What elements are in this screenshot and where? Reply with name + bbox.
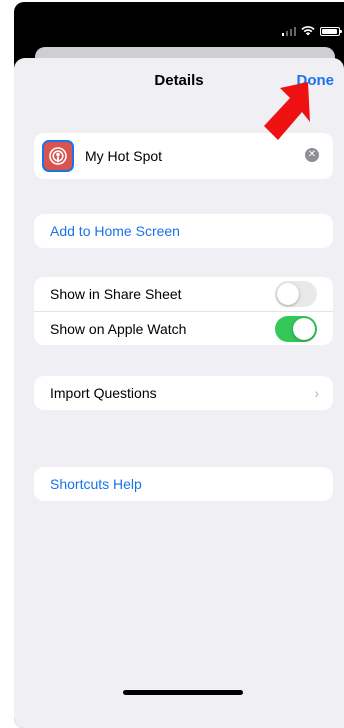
add-to-home-screen-button[interactable]: Add to Home Screen [34,214,333,248]
toggles-card: Show in Share Sheet Show on Apple Watch [34,277,333,345]
status-icons [281,26,342,36]
chevron-right-icon: › [314,385,319,401]
annotation-arrow-icon [264,82,310,140]
add-home-card: Add to Home Screen [34,214,333,248]
share-sheet-label: Show in Share Sheet [50,286,182,302]
apple-watch-toggle[interactable] [275,316,317,342]
shortcut-name-field[interactable]: My Hot Spot [85,148,162,164]
import-questions-label: Import Questions [50,385,157,401]
toggle-knob [293,318,315,340]
details-sheet: Details Done My Hot Spot ✕ Add to Home S… [14,58,344,728]
help-card: Shortcuts Help [34,467,333,501]
podcast-icon[interactable] [42,140,74,172]
battery-icon [320,26,342,36]
home-indicator [123,690,243,695]
status-bar [14,2,344,44]
clear-icon[interactable]: ✕ [305,148,319,162]
share-sheet-toggle[interactable] [275,281,317,307]
apple-watch-row: Show on Apple Watch [34,311,333,345]
import-questions-row[interactable]: Import Questions › [34,376,333,410]
signal-icon [281,26,296,36]
toggle-knob [277,283,299,305]
shortcuts-help-button[interactable]: Shortcuts Help [34,467,333,501]
apple-watch-label: Show on Apple Watch [50,320,187,337]
share-sheet-row: Show in Share Sheet [34,277,333,311]
wifi-icon [301,26,315,36]
import-questions-card: Import Questions › [34,376,333,410]
